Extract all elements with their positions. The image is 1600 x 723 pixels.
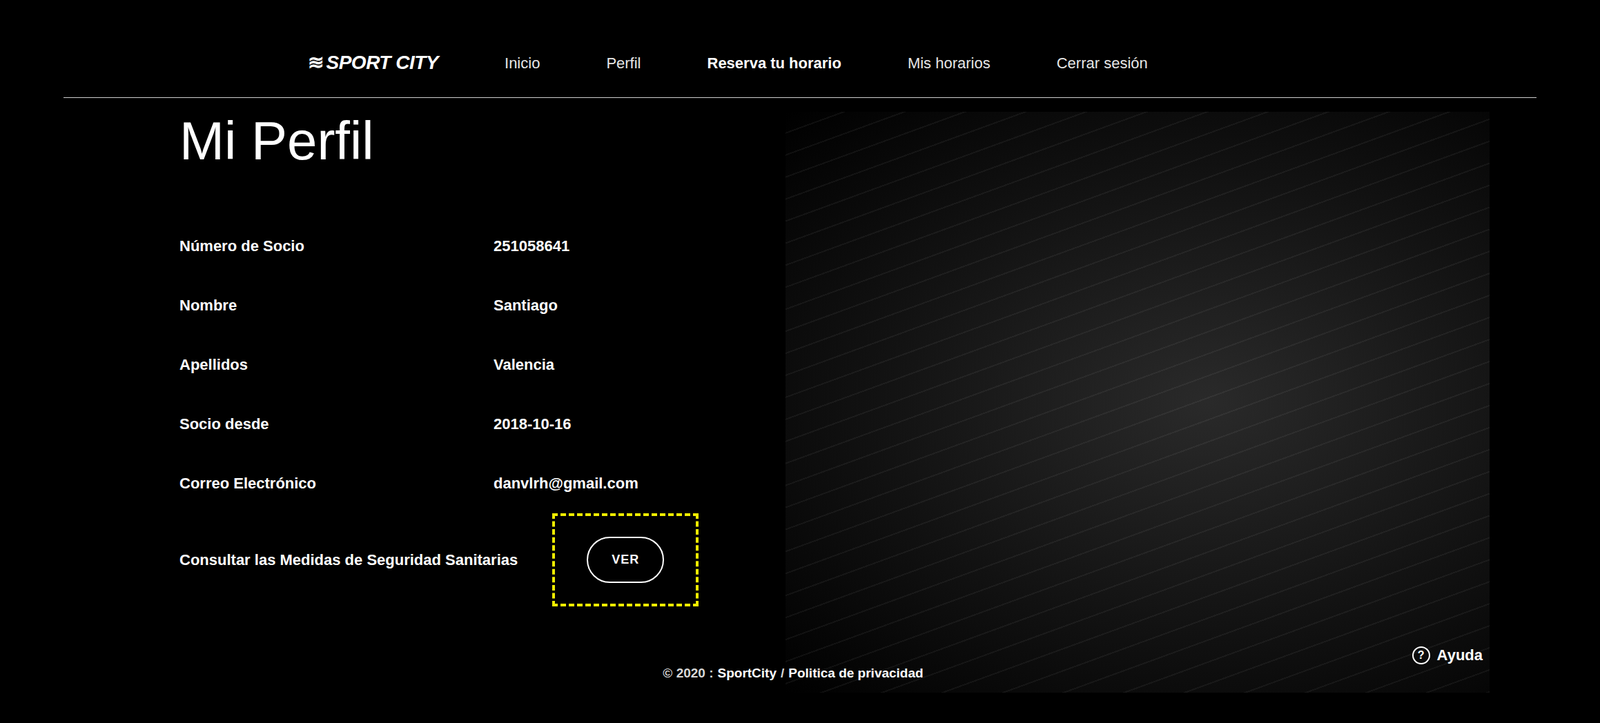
field-label: Nombre bbox=[179, 294, 494, 317]
field-value: danvlrh@gmail.com bbox=[493, 472, 639, 495]
profile-row: NombreSantiago bbox=[179, 276, 786, 336]
page-title: Mi Perfil bbox=[179, 109, 786, 174]
field-label: Correo Electrónico bbox=[179, 472, 494, 495]
help-button[interactable]: ? Ayuda bbox=[1412, 644, 1483, 667]
field-value: Valencia bbox=[493, 353, 555, 377]
page-footer: © 2020 :SportCity/Politica de privacidad bbox=[662, 664, 923, 685]
logo[interactable]: ≋SPORT CITY bbox=[307, 48, 439, 78]
top-header: ≋SPORT CITY Inicio Perfil Reserva tu horari… bbox=[63, 0, 1537, 99]
field-label: Número de Socio bbox=[179, 234, 494, 258]
nav-link[interactable]: Mis horarios bbox=[907, 51, 991, 75]
field-value: 251058641 bbox=[493, 234, 570, 258]
field-label: Socio desde bbox=[179, 412, 494, 436]
safety-label: Consultar las Medidas de Seguridad Sanit… bbox=[179, 548, 518, 572]
profile-panel: Mi PerfilNúmero de Socio251058641NombreS… bbox=[0, 98, 786, 694]
main-nav: ≋SPORT CITY Inicio Perfil Reserva tu horari… bbox=[307, 28, 1148, 98]
privacy-link[interactable]: Politica de privacidad bbox=[788, 664, 923, 685]
nav-link[interactable]: Perfil bbox=[606, 51, 641, 75]
field-value: 2018-10-16 bbox=[493, 412, 572, 436]
hero-photo bbox=[785, 111, 1490, 694]
copyright-text: © 2020 : bbox=[662, 664, 714, 685]
question-icon: ? bbox=[1412, 646, 1431, 665]
profile-row: Socio desde2018-10-16 bbox=[179, 394, 786, 455]
profile-main: Mi PerfilNúmero de Socio251058641NombreS… bbox=[0, 98, 1600, 694]
footer-separator: / bbox=[780, 664, 785, 685]
logo-waves-icon: ≋ bbox=[307, 48, 324, 78]
field-value: Santiago bbox=[493, 294, 558, 317]
ver-button[interactable]: VER bbox=[586, 537, 665, 584]
nav-link[interactable]: Cerrar sesión bbox=[1056, 51, 1148, 75]
profile-row: Correo Electrónicodanvlrh@gmail.com bbox=[179, 454, 786, 514]
profile-row: ApellidosValencia bbox=[179, 335, 786, 395]
highlight-box: VER bbox=[552, 513, 699, 607]
nav-link[interactable]: Inicio bbox=[504, 51, 540, 75]
help-label: Ayuda bbox=[1437, 644, 1483, 667]
nav-link[interactable]: Reserva tu horario bbox=[707, 51, 842, 75]
profile-row: Número de Socio251058641 bbox=[179, 216, 786, 277]
brand-link[interactable]: SportCity bbox=[717, 664, 778, 685]
safety-row: Consultar las Medidas de Seguridad Sanit… bbox=[179, 513, 786, 607]
logo-text: SPORT CITY bbox=[326, 48, 439, 78]
field-label: Apellidos bbox=[179, 353, 494, 377]
